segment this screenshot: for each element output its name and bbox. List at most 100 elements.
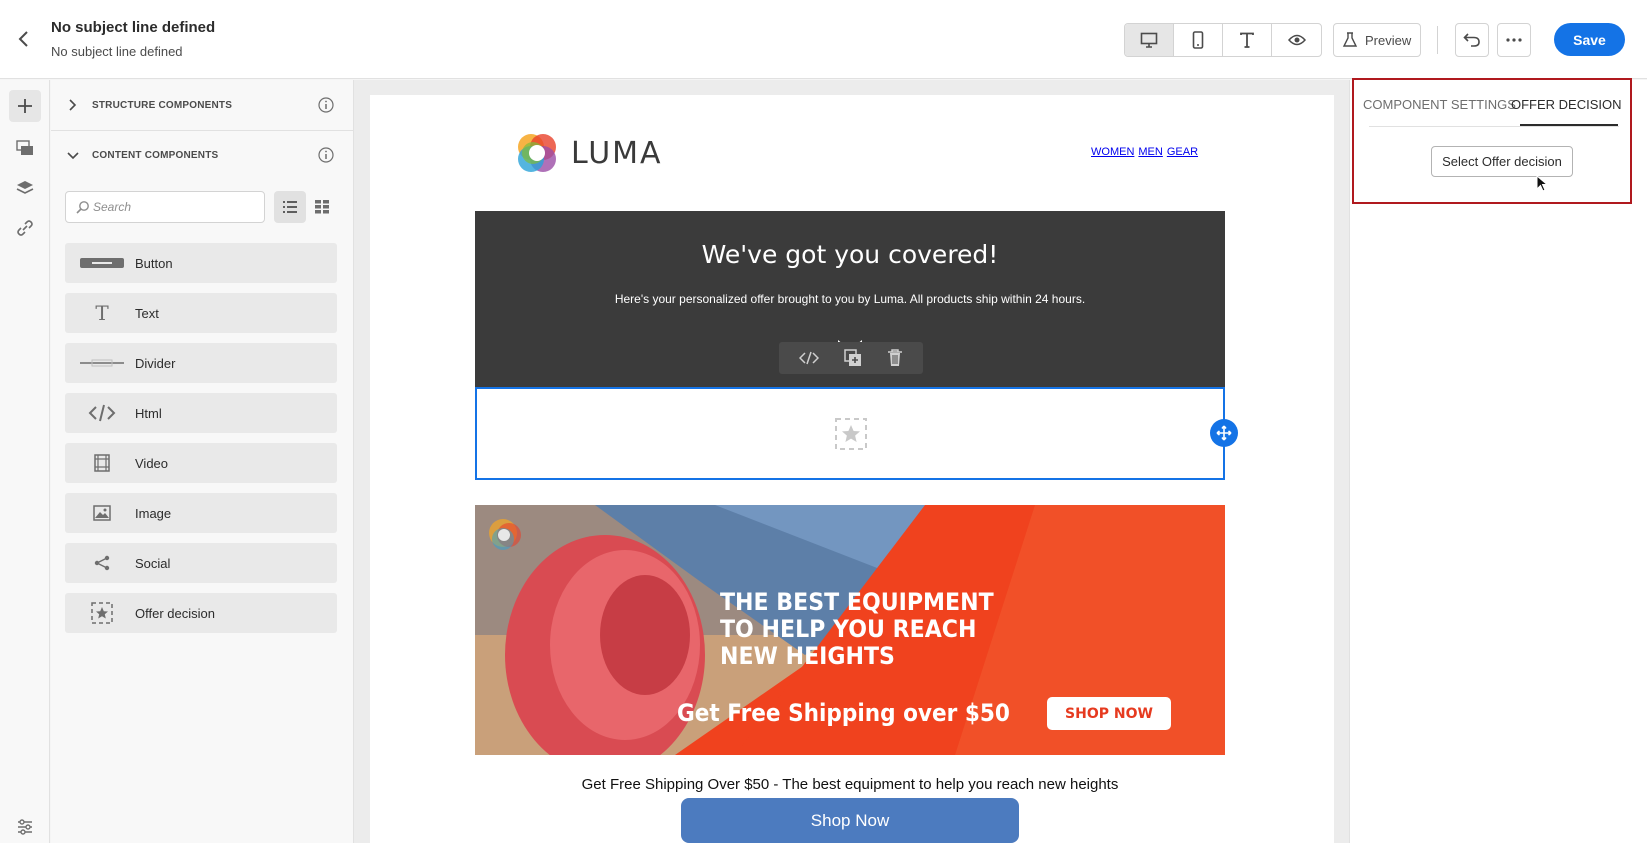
share-icon <box>79 551 125 575</box>
banner-shop-now-button[interactable]: SHOP NOW <box>1047 697 1171 730</box>
search-input[interactable]: Search <box>65 191 265 223</box>
component-html[interactable]: Html <box>65 393 337 433</box>
banner-headline: THE BEST EQUIPMENT TO HELP YOU REACH NEW… <box>720 589 994 670</box>
view-mode-toggle <box>1124 23 1322 57</box>
component-label: Html <box>135 405 162 421</box>
component-offer-decision[interactable]: Offer decision <box>65 593 337 633</box>
component-divider[interactable]: Divider <box>65 343 337 383</box>
hero-subtitle: Here's your personalized offer brought t… <box>614 292 1086 306</box>
ellipsis-icon <box>1506 38 1522 42</box>
search-icon <box>76 201 89 214</box>
undo-button[interactable] <box>1455 23 1489 57</box>
block-toolbar <box>779 342 923 374</box>
email-body: LUMA WOMEN MEN GEAR We've got you covered!… <box>370 95 1334 843</box>
select-offer-decision-button[interactable]: Select Offer decision <box>1431 146 1573 177</box>
text-view-button[interactable] <box>1223 24 1272 56</box>
email-canvas: LUMA WOMEN MEN GEAR We've got you covered!… <box>354 80 1349 843</box>
grid-view-icon <box>315 200 329 214</box>
list-view-button[interactable] <box>274 191 306 223</box>
header-divider <box>1437 26 1438 54</box>
add-components-button[interactable] <box>9 90 41 122</box>
eye-icon <box>1287 34 1306 46</box>
component-label: Image <box>135 505 172 521</box>
logo-text: LUMA <box>571 135 663 171</box>
nav-link-women[interactable]: WOMEN <box>1091 146 1134 158</box>
video-icon <box>79 451 125 475</box>
button-icon <box>79 251 125 275</box>
settings-button[interactable] <box>9 811 41 843</box>
mobile-view-button[interactable] <box>1174 24 1223 56</box>
preview-button[interactable]: Preview <box>1333 23 1421 57</box>
hero-section[interactable]: We've got you covered! Here's your perso… <box>475 211 1225 387</box>
desktop-view-button[interactable] <box>1125 24 1174 56</box>
top-header: No subject line defined No subject line … <box>0 0 1647 79</box>
tab-offer-decision[interactable]: OFFER DECISION <box>1511 97 1622 112</box>
assets-icon <box>16 140 33 155</box>
offer-placeholder-icon <box>835 418 867 450</box>
structure-components-header[interactable]: STRUCTURE COMPONENTS <box>51 80 354 130</box>
component-button[interactable]: Button <box>65 243 337 283</box>
text-icon: T <box>95 301 109 325</box>
banner-headline-line: NEW HEIGHTS <box>720 642 895 670</box>
html-icon <box>79 401 125 425</box>
tab-divider <box>1369 126 1619 127</box>
banner-shipping-text: Get Free Shipping over $50 <box>677 699 1010 727</box>
link-icon <box>17 220 33 236</box>
trash-icon[interactable] <box>887 349 903 367</box>
image-icon <box>79 501 125 525</box>
left-rail <box>0 80 50 843</box>
info-icon[interactable] <box>318 147 334 163</box>
back-arrow-icon[interactable] <box>14 26 34 52</box>
mobile-icon <box>1192 31 1204 49</box>
component-text[interactable]: T Text <box>65 293 337 333</box>
links-button[interactable] <box>9 212 41 244</box>
code-icon[interactable] <box>799 351 820 365</box>
nav-link-men[interactable]: MEN <box>1138 146 1162 158</box>
tab-component-settings[interactable]: COMPONENT SETTINGS <box>1363 97 1516 112</box>
offer-decision-icon <box>79 601 125 625</box>
component-label: Text <box>135 305 159 321</box>
layers-button[interactable] <box>9 172 41 204</box>
settings-panel: COMPONENT SETTINGS OFFER DECISION Select… <box>1349 78 1647 843</box>
assets-button[interactable] <box>9 132 41 164</box>
layers-icon <box>16 181 34 194</box>
eye-view-button[interactable] <box>1272 24 1321 56</box>
preview-label: Preview <box>1365 32 1412 48</box>
components-panel: STRUCTURE COMPONENTS CONTENT COMPONENTS … <box>51 80 354 843</box>
save-button[interactable]: Save <box>1554 23 1625 56</box>
message-subtitle: No subject line defined <box>51 44 183 59</box>
grid-view-button[interactable] <box>306 191 338 223</box>
undo-icon <box>1463 33 1480 47</box>
banner-headline-line: THE BEST EQUIPMENT <box>720 588 994 616</box>
info-icon[interactable] <box>318 97 334 113</box>
banner-headline-line: TO HELP YOU REACH <box>720 615 977 643</box>
active-tab-indicator <box>1520 124 1618 126</box>
desktop-icon <box>1140 32 1158 48</box>
plus-icon <box>18 99 32 113</box>
mouse-cursor-icon <box>1536 175 1548 192</box>
divider-icon <box>79 351 125 375</box>
move-handle-icon[interactable] <box>1210 419 1238 447</box>
nav-link-gear[interactable]: GEAR <box>1167 146 1198 158</box>
structure-components-label: STRUCTURE COMPONENTS <box>92 99 233 111</box>
component-label: Divider <box>135 355 176 371</box>
list-view-icon <box>283 201 297 213</box>
flask-icon <box>1342 32 1358 47</box>
component-social[interactable]: Social <box>65 543 337 583</box>
search-placeholder: Search <box>93 200 132 214</box>
luma-logo-icon <box>518 134 556 172</box>
content-components-header[interactable]: CONTENT COMPONENTS <box>51 130 354 180</box>
content-components-label: CONTENT COMPONENTS <box>92 149 219 161</box>
chevron-down-icon <box>67 152 79 160</box>
component-image[interactable]: Image <box>65 493 337 533</box>
promo-banner-image[interactable]: THE BEST EQUIPMENT TO HELP YOU REACH NEW… <box>475 505 1225 755</box>
shop-now-button[interactable]: Shop Now <box>681 798 1019 843</box>
component-label: Offer decision <box>135 605 215 621</box>
more-options-button[interactable] <box>1497 23 1531 57</box>
component-video[interactable]: Video <box>65 443 337 483</box>
highlight-box: COMPONENT SETTINGS OFFER DECISION Select… <box>1352 78 1632 204</box>
banner-caption: Get Free Shipping Over $50 - The best eq… <box>581 776 1119 793</box>
settings-icon <box>18 819 32 835</box>
duplicate-icon[interactable] <box>844 349 862 367</box>
offer-decision-block[interactable] <box>475 387 1225 480</box>
